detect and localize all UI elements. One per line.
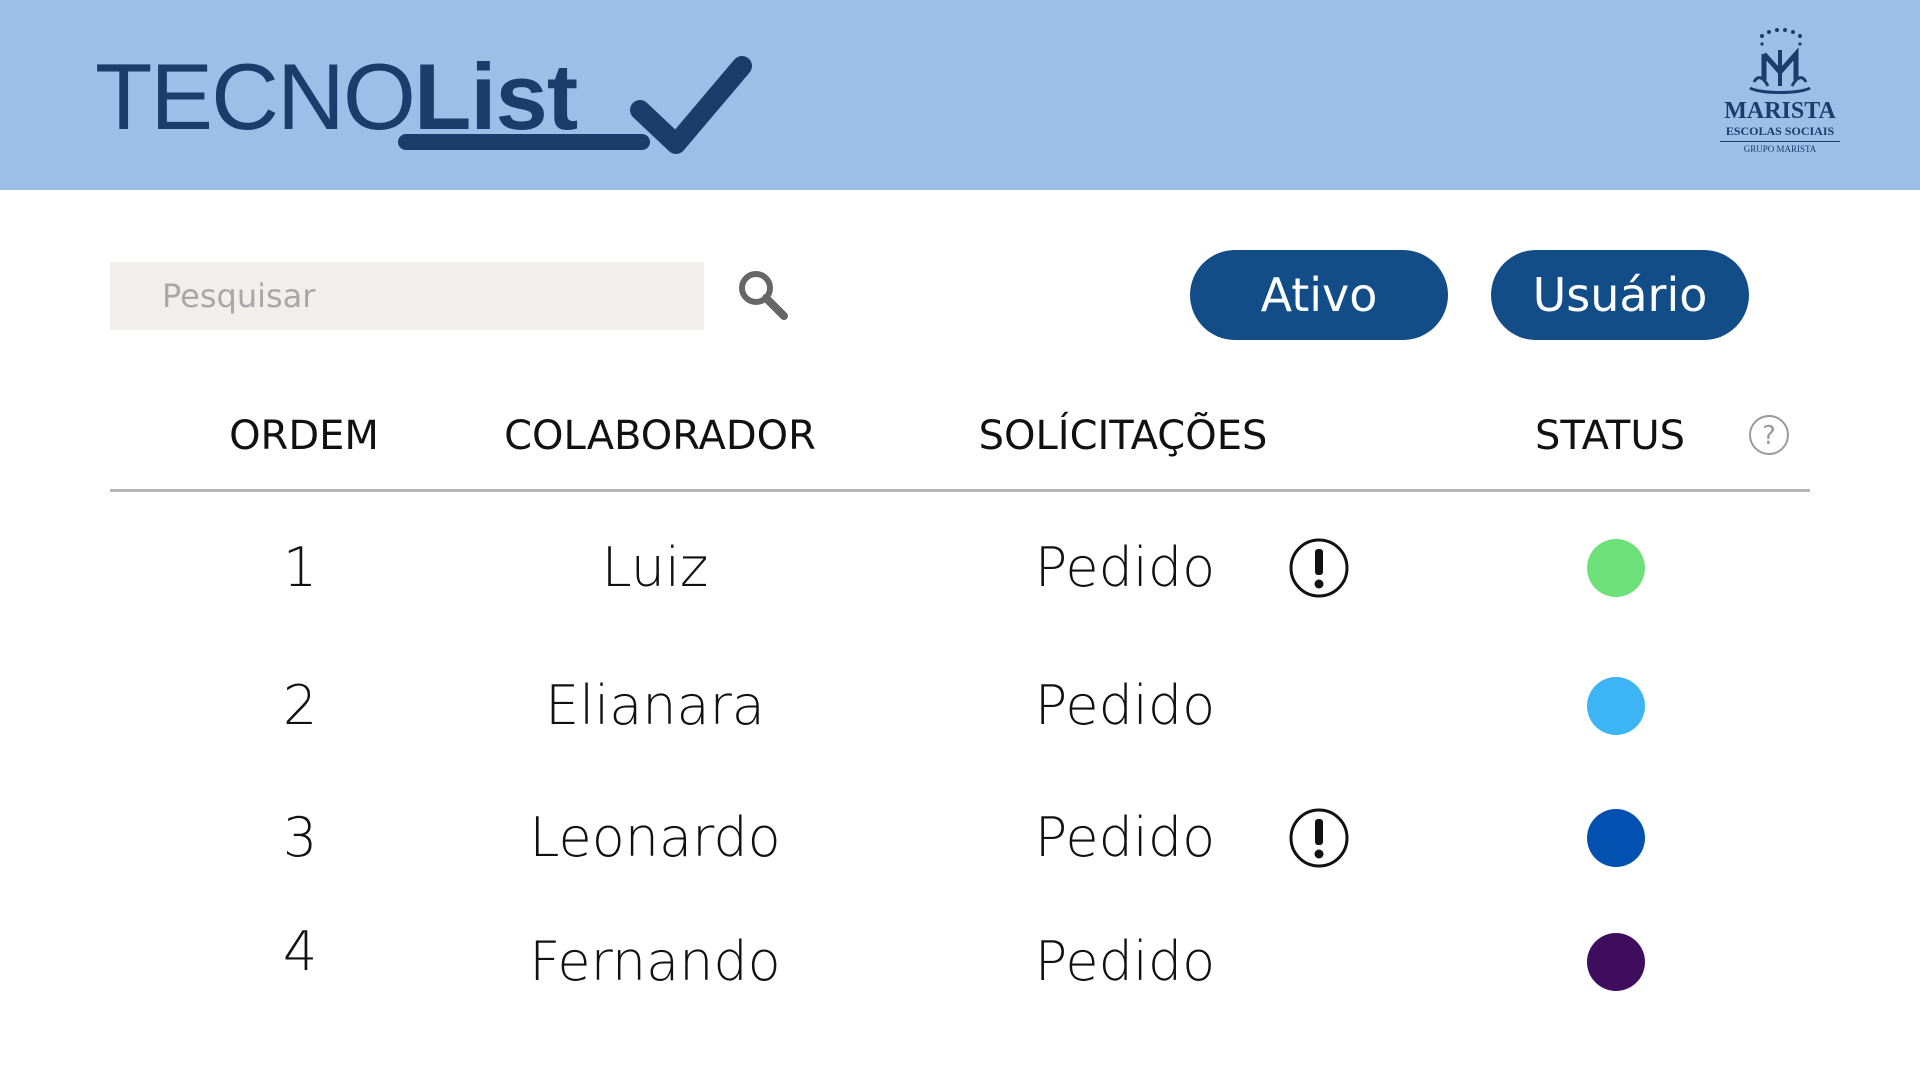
row-colaborador: Fernando (529, 930, 781, 993)
logo-name: MARISTA (1724, 98, 1836, 124)
question-circle-icon[interactable]: ? (1748, 414, 1790, 456)
table-row[interactable]: 1 Luiz Pedido (0, 508, 1920, 628)
row-colaborador: Luiz (601, 536, 709, 599)
status-dot (1587, 539, 1645, 597)
table-row[interactable]: 3 Leonardo Pedido (0, 778, 1920, 898)
column-header-status: STATUS (1534, 413, 1686, 459)
logo-subtitle: ESCOLAS SOCIAIS (1720, 124, 1840, 142)
row-solicitacao: Pedido (1034, 930, 1216, 993)
column-header-colaborador: COLABORADOR (504, 413, 816, 459)
marista-logo: MARISTA ESCOLAS SOCIAIS GRUPO MARISTA (1710, 24, 1850, 174)
alert-icon[interactable] (1288, 807, 1350, 869)
row-colaborador: Leonardo (529, 806, 781, 869)
row-colaborador: Elianara (545, 674, 765, 737)
row-ordem: 4 (282, 920, 318, 983)
usuario-button[interactable]: Usuário (1491, 250, 1749, 340)
status-dot (1587, 677, 1645, 735)
check-icon (630, 56, 752, 154)
app-title-prefix: TECNO (95, 44, 416, 149)
column-header-ordem: ORDEM (229, 413, 379, 459)
table-divider (110, 489, 1810, 492)
column-header-solicitacoes: SOLÍCITAÇÕES (978, 413, 1268, 459)
table-row[interactable]: 4 Fernando Pedido (0, 902, 1920, 1022)
status-dot (1587, 933, 1645, 991)
ativo-button[interactable]: Ativo (1190, 250, 1448, 340)
row-ordem: 3 (282, 806, 318, 869)
row-ordem: 2 (282, 674, 318, 737)
logo-group: GRUPO MARISTA (1743, 144, 1817, 154)
row-solicitacao: Pedido (1034, 536, 1216, 599)
table-row[interactable]: 2 Elianara Pedido (0, 646, 1920, 766)
row-ordem: 1 (282, 536, 318, 599)
alert-icon[interactable] (1288, 537, 1350, 599)
search-input[interactable] (110, 262, 704, 330)
search-icon[interactable] (734, 266, 790, 322)
header-bar: TECNO List MARISTA ESCOLAS SOCIAIS GRUPO … (0, 0, 1920, 190)
title-underline (398, 134, 650, 150)
row-solicitacao: Pedido (1034, 674, 1216, 737)
marista-emblem-icon (1749, 28, 1811, 94)
svg-text:?: ? (1762, 421, 1776, 451)
status-dot (1587, 809, 1645, 867)
row-solicitacao: Pedido (1034, 806, 1216, 869)
